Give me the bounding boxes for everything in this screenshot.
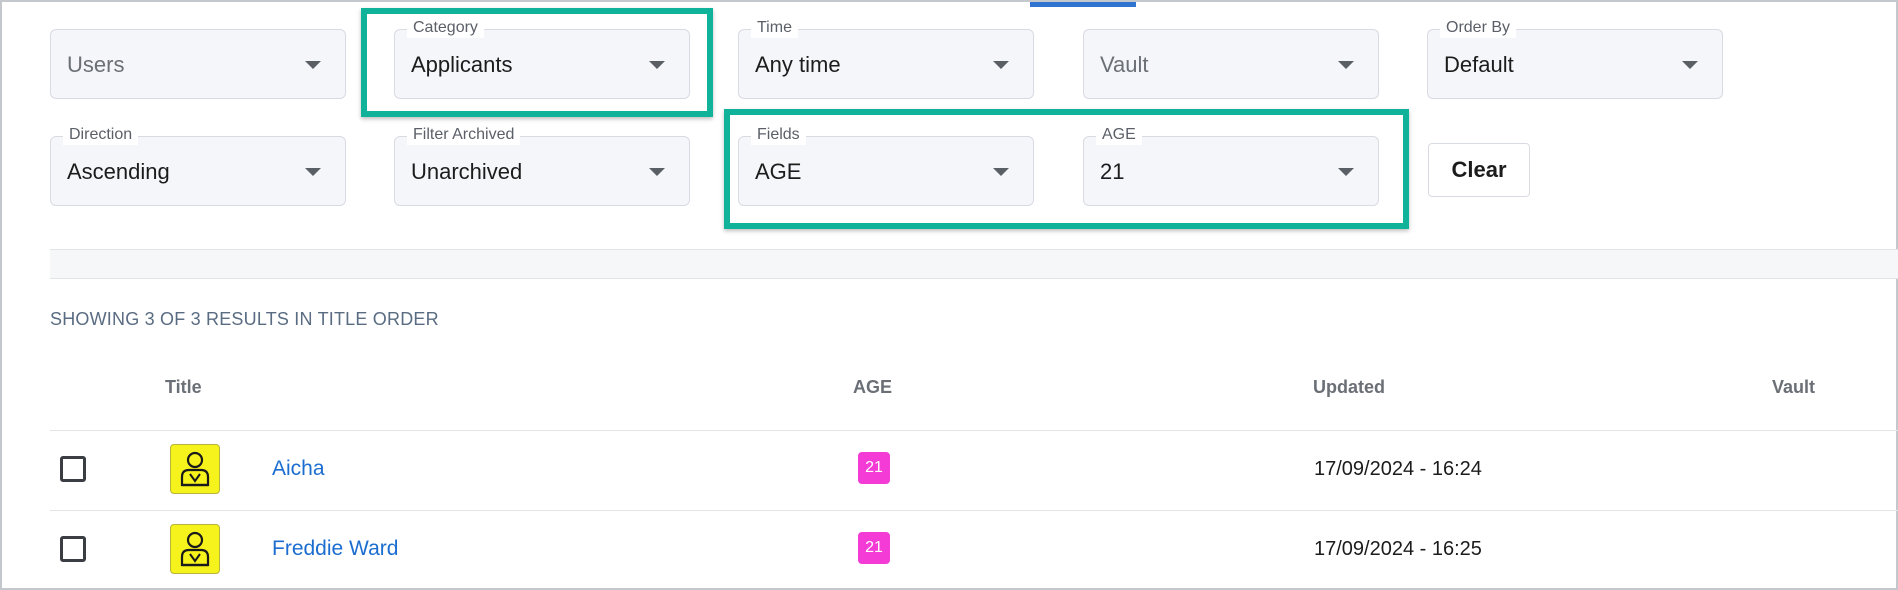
time-label: Time [751,18,798,38]
filter-archived-label: Filter Archived [407,125,521,145]
caret-down-icon [649,168,665,176]
table-row-divider [50,510,1898,511]
filter-archived-value: Unarchived [411,159,523,184]
clear-button[interactable]: Clear [1428,143,1530,197]
age-badge: 21 [858,532,890,564]
direction-value: Ascending [67,159,170,184]
order-by-select[interactable]: Order By Default [1427,18,1723,99]
caret-down-icon [1682,61,1698,69]
active-tab-indicator [1030,2,1136,7]
column-header-age[interactable]: AGE [853,377,892,398]
row-title-link[interactable]: Freddie Ward [272,537,398,561]
time-value: Any time [755,52,841,77]
table-header-divider [50,430,1898,431]
person-icon [170,444,220,494]
results-summary: SHOWING 3 OF 3 RESULTS IN TITLE ORDER [50,309,439,329]
vault-select[interactable]: Vault [1083,29,1379,99]
fields-highlight-box [724,109,1409,229]
direction-select[interactable]: Direction Ascending [50,125,346,206]
row-updated: 17/09/2024 - 16:24 [1314,458,1482,480]
vault-select-value: Vault [1100,52,1149,77]
column-header-title[interactable]: Title [165,377,202,398]
caret-down-icon [1338,61,1354,69]
time-select[interactable]: Time Any time [738,18,1034,99]
column-header-updated[interactable]: Updated [1313,377,1385,398]
caret-down-icon [305,168,321,176]
row-checkbox[interactable] [60,456,86,482]
column-header-vault[interactable]: Vault [1772,377,1815,398]
category-highlight-box [361,8,713,117]
direction-label: Direction [63,125,139,145]
users-select[interactable]: Users [50,29,346,99]
row-title-link[interactable]: Aicha [272,457,325,481]
person-icon [170,524,220,574]
section-divider [50,249,1898,279]
users-select-value: Users [67,52,125,77]
row-checkbox[interactable] [60,536,86,562]
row-updated: 17/09/2024 - 16:25 [1314,538,1482,560]
caret-down-icon [993,61,1009,69]
age-badge: 21 [858,452,890,484]
filter-archived-select[interactable]: Filter Archived Unarchived [394,125,690,206]
order-by-label: Order By [1440,18,1517,38]
caret-down-icon [305,61,321,69]
order-by-value: Default [1444,52,1514,77]
